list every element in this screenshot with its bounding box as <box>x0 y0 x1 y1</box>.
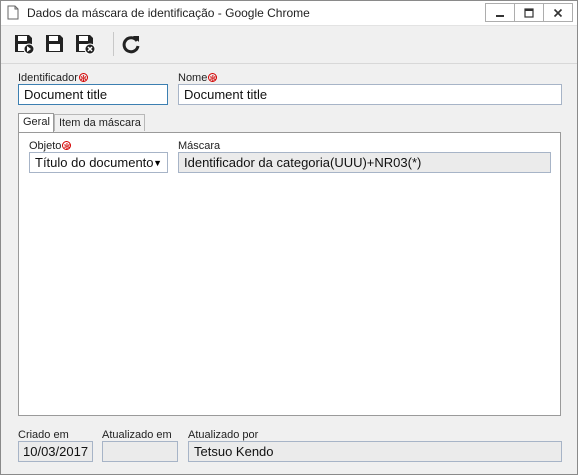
toolbar-separator <box>113 32 114 56</box>
identificador-label-text: Identificador <box>18 72 78 84</box>
criado-em-label: Criado em <box>18 429 69 441</box>
toolbar <box>1 26 577 64</box>
tab-item-da-mascara[interactable]: Item da máscara <box>54 114 145 131</box>
required-icon: ✻ <box>62 141 72 151</box>
dialog-window: Dados da máscara de identificação - Goog… <box>0 0 578 475</box>
objeto-select[interactable]: Título do documento ▼ <box>29 152 168 173</box>
required-icon: ✻ <box>208 73 218 83</box>
save-close-icon <box>76 35 96 55</box>
refresh-icon <box>122 36 140 54</box>
close-icon <box>553 8 563 17</box>
maximize-icon <box>524 7 534 18</box>
atualizado-em-label: Atualizado em <box>102 429 172 441</box>
objeto-label-text: Objeto <box>29 140 62 152</box>
required-icon: ✻ <box>78 73 88 83</box>
minimize-icon <box>496 14 504 17</box>
save-new-button[interactable] <box>11 31 37 57</box>
criado-em-field: 10/03/2017 <box>18 441 93 462</box>
maximize-button[interactable] <box>514 3 544 22</box>
save-new-icon <box>15 35 35 55</box>
atualizado-por-label: Atualizado por <box>188 429 259 441</box>
close-button[interactable] <box>543 3 573 22</box>
objeto-select-value: Título do documento <box>35 155 154 170</box>
identificador-label: Identificador ✻ <box>18 72 88 84</box>
nome-label-text: Nome <box>178 72 208 84</box>
minimize-button[interactable] <box>485 3 515 22</box>
save-icon <box>46 35 63 52</box>
tab-panel-geral <box>18 132 561 416</box>
mascara-label: Máscara <box>178 140 221 152</box>
dropdown-arrow-icon: ▼ <box>153 158 162 168</box>
atualizado-por-field: Tetsuo Kendo <box>188 441 562 462</box>
identificador-input[interactable]: Document title <box>18 84 168 105</box>
save-close-button[interactable] <box>72 31 98 57</box>
nome-label: Nome ✻ <box>178 72 218 84</box>
nome-input[interactable]: Document title <box>178 84 562 105</box>
title-bar: Dados da máscara de identificação - Goog… <box>1 1 577 26</box>
refresh-button[interactable] <box>118 31 144 57</box>
page-icon <box>7 5 19 25</box>
mascara-field: Identificador da categoria(UUU)+NR03(*) <box>178 152 551 173</box>
window-title: Dados da máscara de identificação - Goog… <box>27 6 310 20</box>
tab-geral[interactable]: Geral <box>18 113 54 132</box>
save-button[interactable] <box>42 31 68 57</box>
atualizado-em-field <box>102 441 178 462</box>
objeto-label: Objeto ✻ <box>29 140 72 152</box>
window-controls <box>485 3 573 22</box>
